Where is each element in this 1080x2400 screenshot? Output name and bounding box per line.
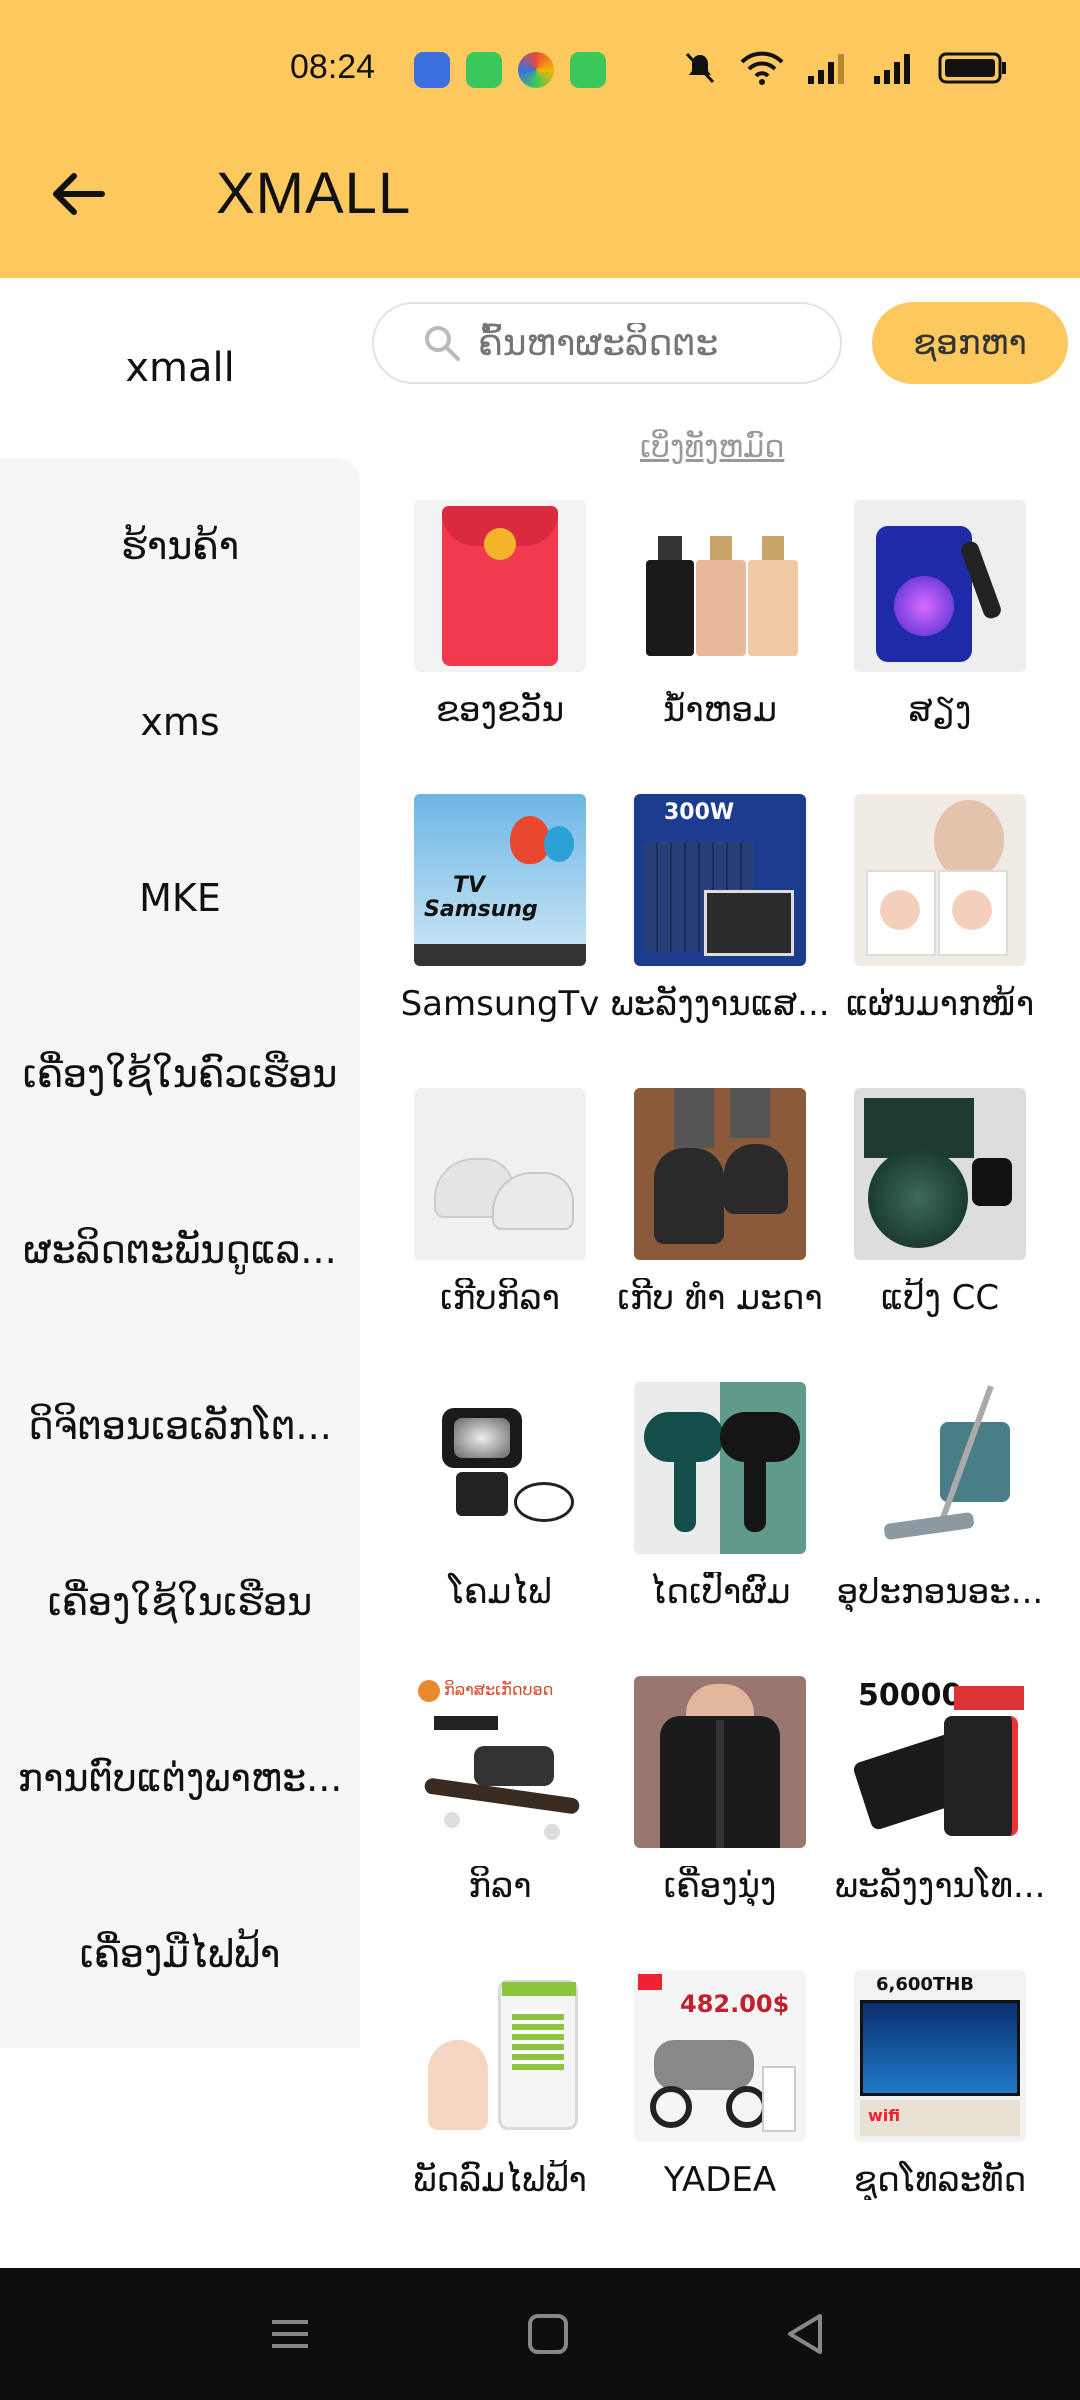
product-item-accessories[interactable]: ອຸປະກອນອະ... bbox=[830, 1382, 1050, 1612]
sneaker-image bbox=[414, 1088, 586, 1260]
product-item-perfume[interactable]: ນ້ຳຫອມ bbox=[610, 500, 830, 730]
category-sidebar: xmall ຮ້ານຄ້າ xms MKE ເຄື່ອງໃຊ້ໃນຄົວເຮືອ… bbox=[0, 278, 360, 2268]
leather-shoe-image bbox=[634, 1088, 806, 1260]
red-envelope-image bbox=[414, 500, 586, 672]
product-label: ພະລັງງານແສ... bbox=[610, 984, 830, 1024]
sidebar-item-shop[interactable]: ຮ້ານຄ້າ bbox=[0, 458, 360, 634]
sidebar-item-digital-electronics[interactable]: ດິຈິຕອນເອເລັກໂຕ... bbox=[0, 1338, 360, 1514]
search-button[interactable]: ຊອກຫາ bbox=[872, 302, 1068, 384]
product-label: ແຜ່ນມາກໜ້າ bbox=[845, 984, 1035, 1024]
page-title: XMALL bbox=[216, 161, 412, 226]
sidebar-item-vehicle-decoration[interactable]: ການຕົບແຕ່ງພາຫະ... bbox=[0, 1690, 360, 1866]
mop-image bbox=[854, 1382, 1026, 1554]
product-label: ຊຸດໂທລະທັດ bbox=[853, 2160, 1027, 2200]
search-box[interactable] bbox=[372, 302, 842, 384]
tv-image: TV Samsung bbox=[414, 794, 586, 966]
face-mask-image bbox=[854, 794, 1026, 966]
sidebar-item-household[interactable]: ເຄື່ອງໃຊ້ໃນເຮືອນ bbox=[0, 1514, 360, 1690]
wifi-icon bbox=[740, 51, 784, 85]
menu-icon[interactable] bbox=[262, 2306, 318, 2362]
product-item-solar[interactable]: 300W ພະລັງງານແສ... bbox=[610, 794, 830, 1024]
air-cooler-image bbox=[414, 1970, 586, 2142]
product-label: ເຄື່ອງນຸ່ງ bbox=[663, 1866, 777, 1906]
signal-icon bbox=[874, 54, 910, 84]
product-item-cc-cushion[interactable]: ແປ້ງ CC bbox=[830, 1088, 1050, 1318]
product-item-samsung-tv[interactable]: TV Samsung SamsungTv bbox=[390, 794, 610, 1024]
cushion-compact-image bbox=[854, 1088, 1026, 1260]
searchlight-image bbox=[414, 1382, 586, 1554]
sidebar-item-personal-care[interactable]: ຜະລິດຕະພັນດູແລ... bbox=[0, 1162, 360, 1338]
product-item-shoes[interactable]: ເກີບ ທຳ ມະດາ bbox=[610, 1088, 830, 1318]
home-icon[interactable] bbox=[520, 2306, 576, 2362]
product-label: SamsungTv bbox=[400, 984, 600, 1024]
sidebar-item-xmall[interactable]: xmall bbox=[0, 278, 360, 458]
hair-dryer-image bbox=[634, 1382, 806, 1554]
back-triangle-icon[interactable] bbox=[778, 2306, 834, 2362]
sidebar-list: ຮ້ານຄ້າ xms MKE ເຄື່ອງໃຊ້ໃນຄົວເຮືອນ ຜະລິ… bbox=[0, 458, 360, 2048]
e-scooter-image: 482.00$ bbox=[634, 1970, 806, 2142]
view-all-link[interactable]: ເບິ່ງທັງຫມົດ bbox=[640, 430, 784, 465]
product-item-power-bank[interactable]: 50000 ພະລັງງານໂທ... bbox=[830, 1676, 1050, 1906]
yadea-overlay-text: 482.00$ bbox=[680, 1990, 790, 2018]
product-label: ນ້ຳຫອມ bbox=[663, 690, 777, 730]
perfume-image bbox=[634, 500, 806, 672]
product-label: ສຽງ bbox=[908, 690, 972, 730]
powerbank-image: 50000 bbox=[854, 1676, 1026, 1848]
powerbank-overlay-text: 50000 bbox=[858, 1678, 963, 1713]
product-item-clothing[interactable]: ເຄື່ອງນຸ່ງ bbox=[610, 1676, 830, 1906]
speaker-image bbox=[854, 500, 1026, 672]
solar-overlay-text: 300W bbox=[664, 800, 735, 825]
status-icons bbox=[682, 50, 1008, 86]
upload-notification-icon bbox=[466, 52, 502, 88]
product-item-lamp[interactable]: ໂຄມໄຟ bbox=[390, 1382, 610, 1612]
signal-icon bbox=[808, 54, 844, 84]
product-label: ພັດລົມໄຟຟ້າ bbox=[413, 2160, 587, 2200]
product-item-gift[interactable]: ຂອງຂວັນ bbox=[390, 500, 610, 730]
product-item-tv-set[interactable]: 6,600THB wifi ຊຸດໂທລະທັດ bbox=[830, 1970, 1050, 2200]
back-arrow-icon[interactable] bbox=[46, 162, 110, 226]
tv-set-overlay-text: 6,600THB bbox=[876, 1974, 974, 1995]
product-item-sports[interactable]: ກິລາສະເກັດບອດ ກິລາ bbox=[390, 1676, 610, 1906]
product-label: ອຸປະກອນອະ... bbox=[836, 1572, 1044, 1612]
product-item-electric-fan[interactable]: ພັດລົມໄຟຟ້າ bbox=[390, 1970, 610, 2200]
system-navbar bbox=[0, 2268, 1080, 2400]
product-item-audio[interactable]: ສຽງ bbox=[830, 500, 1050, 730]
sports-overlay-text: ກິລາສະເກັດບອດ bbox=[444, 1680, 554, 1699]
battery-icon bbox=[938, 52, 1006, 84]
sidebar-item-power-tools[interactable]: ເຄື່ອງມືໄຟຟ້າ bbox=[0, 1866, 360, 2042]
product-label: ເກີບ ທຳ ມະດາ bbox=[617, 1278, 823, 1318]
search-icon bbox=[425, 326, 460, 361]
sidebar-item-xms[interactable]: xms bbox=[0, 634, 360, 810]
product-label: ໂຄມໄຟ bbox=[448, 1572, 552, 1612]
product-item-face-mask[interactable]: ແຜ່ນມາກໜ້າ bbox=[830, 794, 1050, 1024]
mute-icon bbox=[685, 52, 715, 84]
skateboard-image: ກິລາສະເກັດບອດ bbox=[414, 1676, 586, 1848]
product-item-yadea[interactable]: 482.00$ YADEA bbox=[610, 1970, 830, 2200]
app-header: 08:24 XMALL bbox=[0, 0, 1080, 278]
product-label: ໄດເປົ່າຜົມ bbox=[649, 1572, 791, 1612]
haier-tv-image: 6,600THB wifi bbox=[854, 1970, 1026, 2142]
coat-image bbox=[634, 1676, 806, 1848]
solar-light-image: 300W bbox=[634, 794, 806, 966]
product-label: ຂອງຂວັນ bbox=[435, 690, 565, 730]
radio-notification-icon bbox=[414, 52, 450, 88]
tv-overlay-text: TV Samsung bbox=[424, 873, 538, 922]
phone-notification-icon bbox=[570, 52, 606, 88]
product-label: ເກີບກິລາ bbox=[440, 1278, 560, 1318]
search-input[interactable] bbox=[478, 322, 818, 364]
sidebar-item-mke[interactable]: MKE bbox=[0, 810, 360, 986]
sidebar-item-kitchen[interactable]: ເຄື່ອງໃຊ້ໃນຄົວເຮືອນ bbox=[0, 986, 360, 1162]
product-label: ພະລັງງານໂທ... bbox=[834, 1866, 1046, 1906]
product-label: ກິລາ bbox=[468, 1866, 532, 1906]
product-label: ແປ້ງ CC bbox=[880, 1278, 1000, 1318]
product-item-sneakers[interactable]: ເກີບກິລາ bbox=[390, 1088, 610, 1318]
app-notification-icon bbox=[518, 52, 554, 88]
status-time: 08:24 bbox=[290, 48, 376, 86]
product-label: YADEA bbox=[663, 2160, 777, 2200]
product-item-hair-dryer[interactable]: ໄດເປົ່າຜົມ bbox=[610, 1382, 830, 1612]
